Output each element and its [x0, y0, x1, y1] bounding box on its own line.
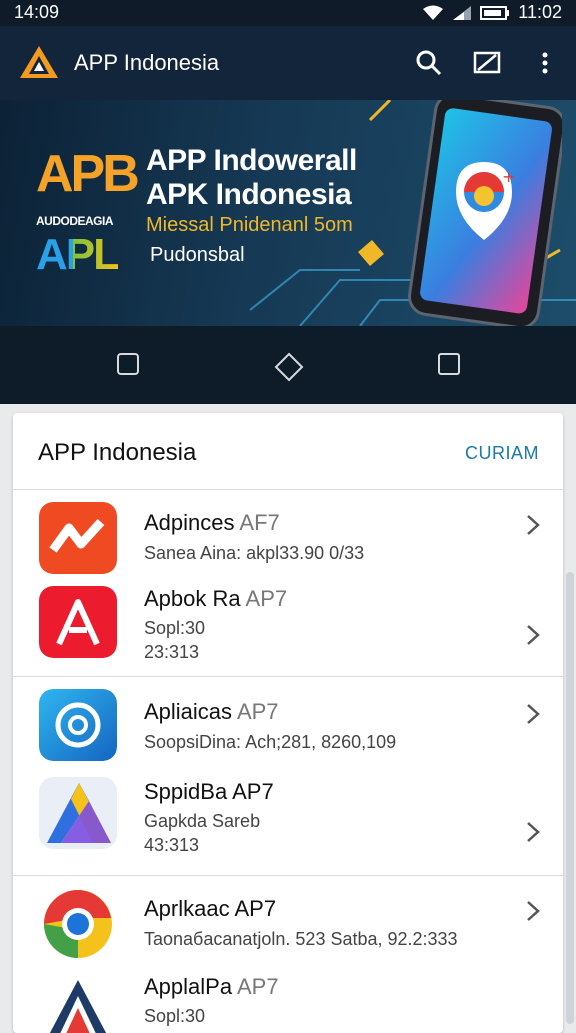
- app-list-card: APP Indonesia CURIAM Adpinces AF7 Sanea …: [13, 413, 563, 1033]
- app-icon-chrome: [44, 890, 112, 958]
- chevron-right-icon[interactable]: [525, 900, 541, 922]
- item-name: Apbok Ra AP7: [144, 586, 288, 611]
- item-name: Aprlkaac AP7: [144, 896, 277, 921]
- app-group-2: Apliaicas AP7 SoopsiDina: Ach;281, 8260,…: [13, 677, 563, 876]
- app-logo-icon: [20, 46, 58, 78]
- back-icon[interactable]: [437, 352, 461, 376]
- item-name: Apliaicas AP7: [144, 699, 279, 724]
- status-bar: 14:09 11:02: [0, 0, 576, 26]
- banner-brand-small: AUDODEAGIA: [36, 214, 114, 228]
- item-details: Taonaбacanatjoln. 523 Satba, 92.2:333: [144, 929, 458, 949]
- banner-headline-1: APP Indowerall: [146, 144, 357, 177]
- status-icons: 11:02: [422, 2, 562, 23]
- card-header: APP Indonesia CURIAM: [13, 413, 563, 490]
- app-bar: APP Indonesia: [0, 26, 576, 100]
- app-icon-multicolor-a: [39, 777, 117, 849]
- phone-illustration: +: [408, 100, 562, 326]
- item-name: SppidBa AP7: [144, 779, 274, 804]
- gem-decoration: [358, 240, 384, 266]
- item-details: Gapkda Sareb: [144, 811, 261, 831]
- banner-subline: Miessal Pnidenanl 5om: [146, 214, 353, 236]
- banner-caption: Pudonsbal: [150, 244, 245, 266]
- battery-icon: [480, 5, 510, 20]
- app-icon-red-a: [39, 586, 117, 658]
- app-group-3: Aprlkaac AP7 Taonaбacanatjoln. 523 Satba…: [13, 876, 563, 1033]
- item-details-2: 23:313: [144, 642, 200, 662]
- wifi-icon: [423, 5, 444, 20]
- chevron-right-icon[interactable]: [525, 821, 541, 843]
- app-group-1: Adpinces AF7 Sanea Aina: akpl33.90 0/33 …: [13, 490, 563, 677]
- banner-brand-big: APB: [36, 145, 140, 203]
- list-item[interactable]: Apliaicas AP7 SoopsiDina: Ach;281, 8260,…: [13, 677, 563, 773]
- app-icon-blue-chat: [39, 689, 117, 761]
- chevron-right-icon[interactable]: [525, 514, 541, 536]
- more-vert-icon[interactable]: [530, 48, 560, 78]
- app-title: APP Indonesia: [74, 50, 220, 75]
- svg-text:+: +: [502, 167, 515, 186]
- status-time-right: 11:02: [518, 2, 562, 22]
- banner-headline-2: APK Indonesia: [146, 178, 352, 211]
- scrollbar[interactable]: [566, 572, 574, 1024]
- list-item[interactable]: ApplalPa AP7 Sopl:30: [13, 968, 563, 1033]
- list-item[interactable]: Aprlkaac AP7 Taonaбacanatjoln. 523 Satba…: [13, 876, 563, 968]
- chevron-right-icon[interactable]: [525, 624, 541, 646]
- card-action-button[interactable]: CURIAM: [465, 443, 539, 464]
- item-details-2: 43:313: [144, 835, 200, 855]
- item-details: SoopsiDina: Ach;281, 8260,109: [144, 732, 397, 752]
- card-title: APP Indonesia: [38, 439, 197, 466]
- cast-icon[interactable]: [472, 48, 502, 78]
- list-item[interactable]: Adpinces AF7 Sanea Aina: akpl33.90 0/33: [13, 490, 563, 580]
- chevron-right-icon[interactable]: [525, 703, 541, 725]
- signal-icon: [453, 5, 472, 20]
- banner-brand-apl: APL: [36, 230, 120, 279]
- item-name: ApplalPa AP7: [144, 974, 279, 999]
- app-icon-red-arrow: [39, 502, 117, 574]
- app-icon-navy-a: [49, 980, 107, 1033]
- system-nav-bar: [0, 326, 576, 404]
- search-icon[interactable]: [414, 48, 444, 78]
- item-details: Sopl:30: [144, 618, 206, 638]
- status-time-left: 14:09: [14, 2, 60, 22]
- list-item[interactable]: SppidBa AP7 Gapkda Sareb 43:313: [13, 773, 563, 875]
- promo-banner[interactable]: APB AUDODEAGIA APL APP Indowerall APK In…: [0, 100, 576, 326]
- home-icon[interactable]: [274, 352, 304, 382]
- item-details: Sanea Aina: akpl33.90 0/33: [144, 543, 365, 563]
- item-name: Adpinces AF7: [144, 510, 280, 535]
- recent-apps-icon[interactable]: [116, 352, 140, 376]
- list-item[interactable]: Apbok Ra AP7 Sopl:30 23:313: [13, 580, 563, 676]
